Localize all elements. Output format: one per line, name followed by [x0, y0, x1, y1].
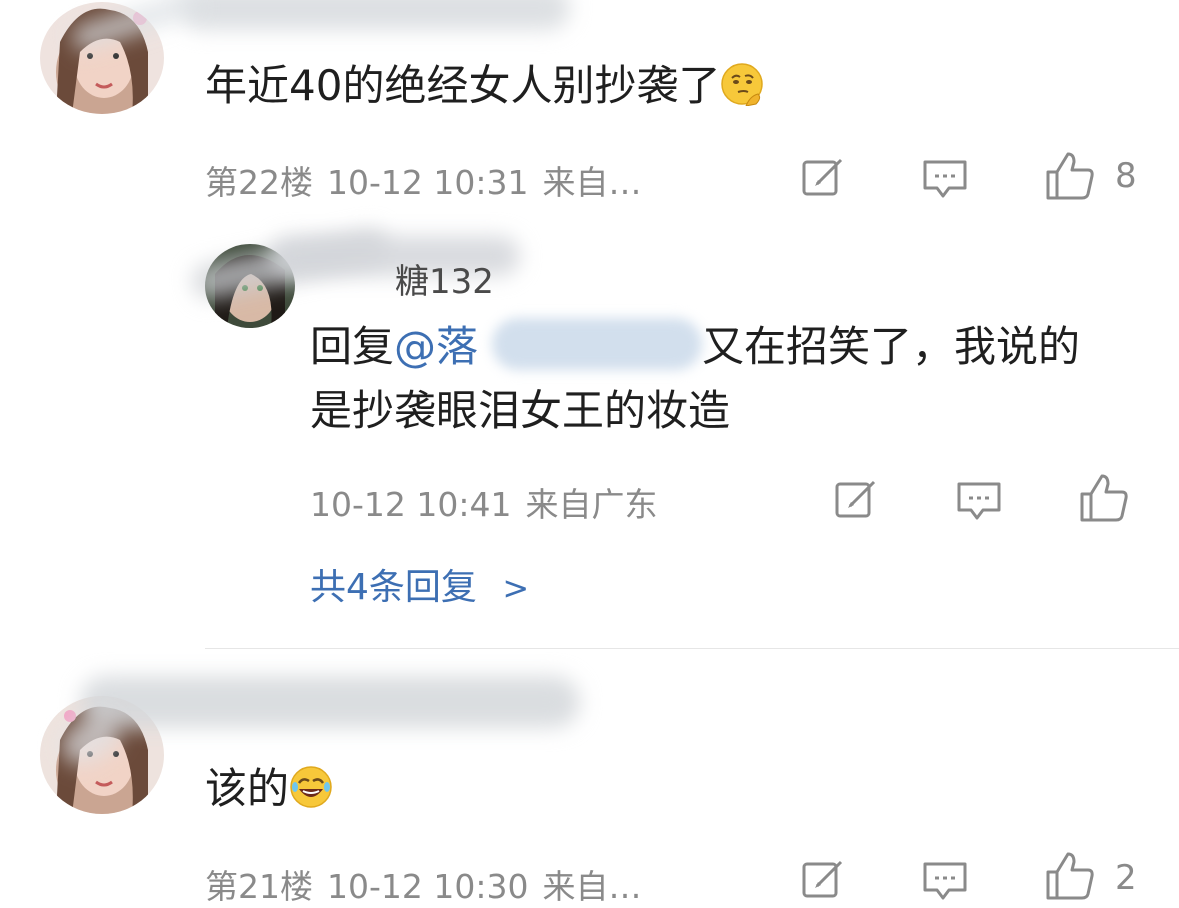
rolling-laughing-emoji — [289, 765, 333, 809]
comment-meta: 第22楼 10-12 10:31 来自… — [205, 156, 655, 204]
comment-meta: 第21楼 10-12 10:30 来自… — [205, 860, 655, 908]
reply-like-icon[interactable] — [1078, 472, 1130, 524]
comment-icon[interactable] — [921, 856, 969, 904]
like-count: 2 — [1115, 858, 1137, 898]
reply-comment-icon[interactable] — [955, 476, 1003, 524]
share-icon[interactable] — [799, 154, 847, 202]
reply-username[interactable]: 糖132 — [395, 254, 494, 303]
reply-meta: 10-12 10:41 来自广东 — [310, 478, 671, 526]
floor-number: 第22楼 — [205, 163, 313, 202]
reply-timestamp: 10-12 10:41 — [310, 485, 512, 524]
timestamp: 10-12 10:30 — [327, 867, 529, 906]
reply-share-icon[interactable] — [832, 476, 880, 524]
chevron-right-icon: > — [502, 569, 530, 607]
like-icon[interactable] — [1044, 150, 1096, 202]
mention-link[interactable]: @落 — [394, 322, 478, 371]
source-location: 来自… — [542, 163, 642, 202]
like-icon[interactable] — [1044, 850, 1096, 902]
mention-blur — [492, 318, 702, 370]
divider — [205, 648, 1179, 649]
source-location: 来自… — [542, 867, 642, 906]
username-blur — [180, 0, 570, 30]
reply-source-location: 来自广东 — [525, 485, 658, 524]
reply-text-line2: 是抄袭眼泪女王的妆造 — [310, 386, 731, 435]
comment-icon[interactable] — [921, 154, 969, 202]
timestamp: 10-12 10:31 — [327, 163, 529, 202]
username-blur — [80, 676, 580, 728]
like-count: 8 — [1115, 156, 1137, 196]
comment-text: 年近40的绝经女人别抄袭了 — [205, 55, 764, 117]
comment-text: 该的 — [205, 758, 333, 820]
share-icon[interactable] — [799, 856, 847, 904]
view-all-replies-link[interactable]: 共4条回复 > — [310, 558, 529, 610]
floor-number: 第21楼 — [205, 867, 313, 906]
thinking-face-emoji — [720, 62, 764, 106]
